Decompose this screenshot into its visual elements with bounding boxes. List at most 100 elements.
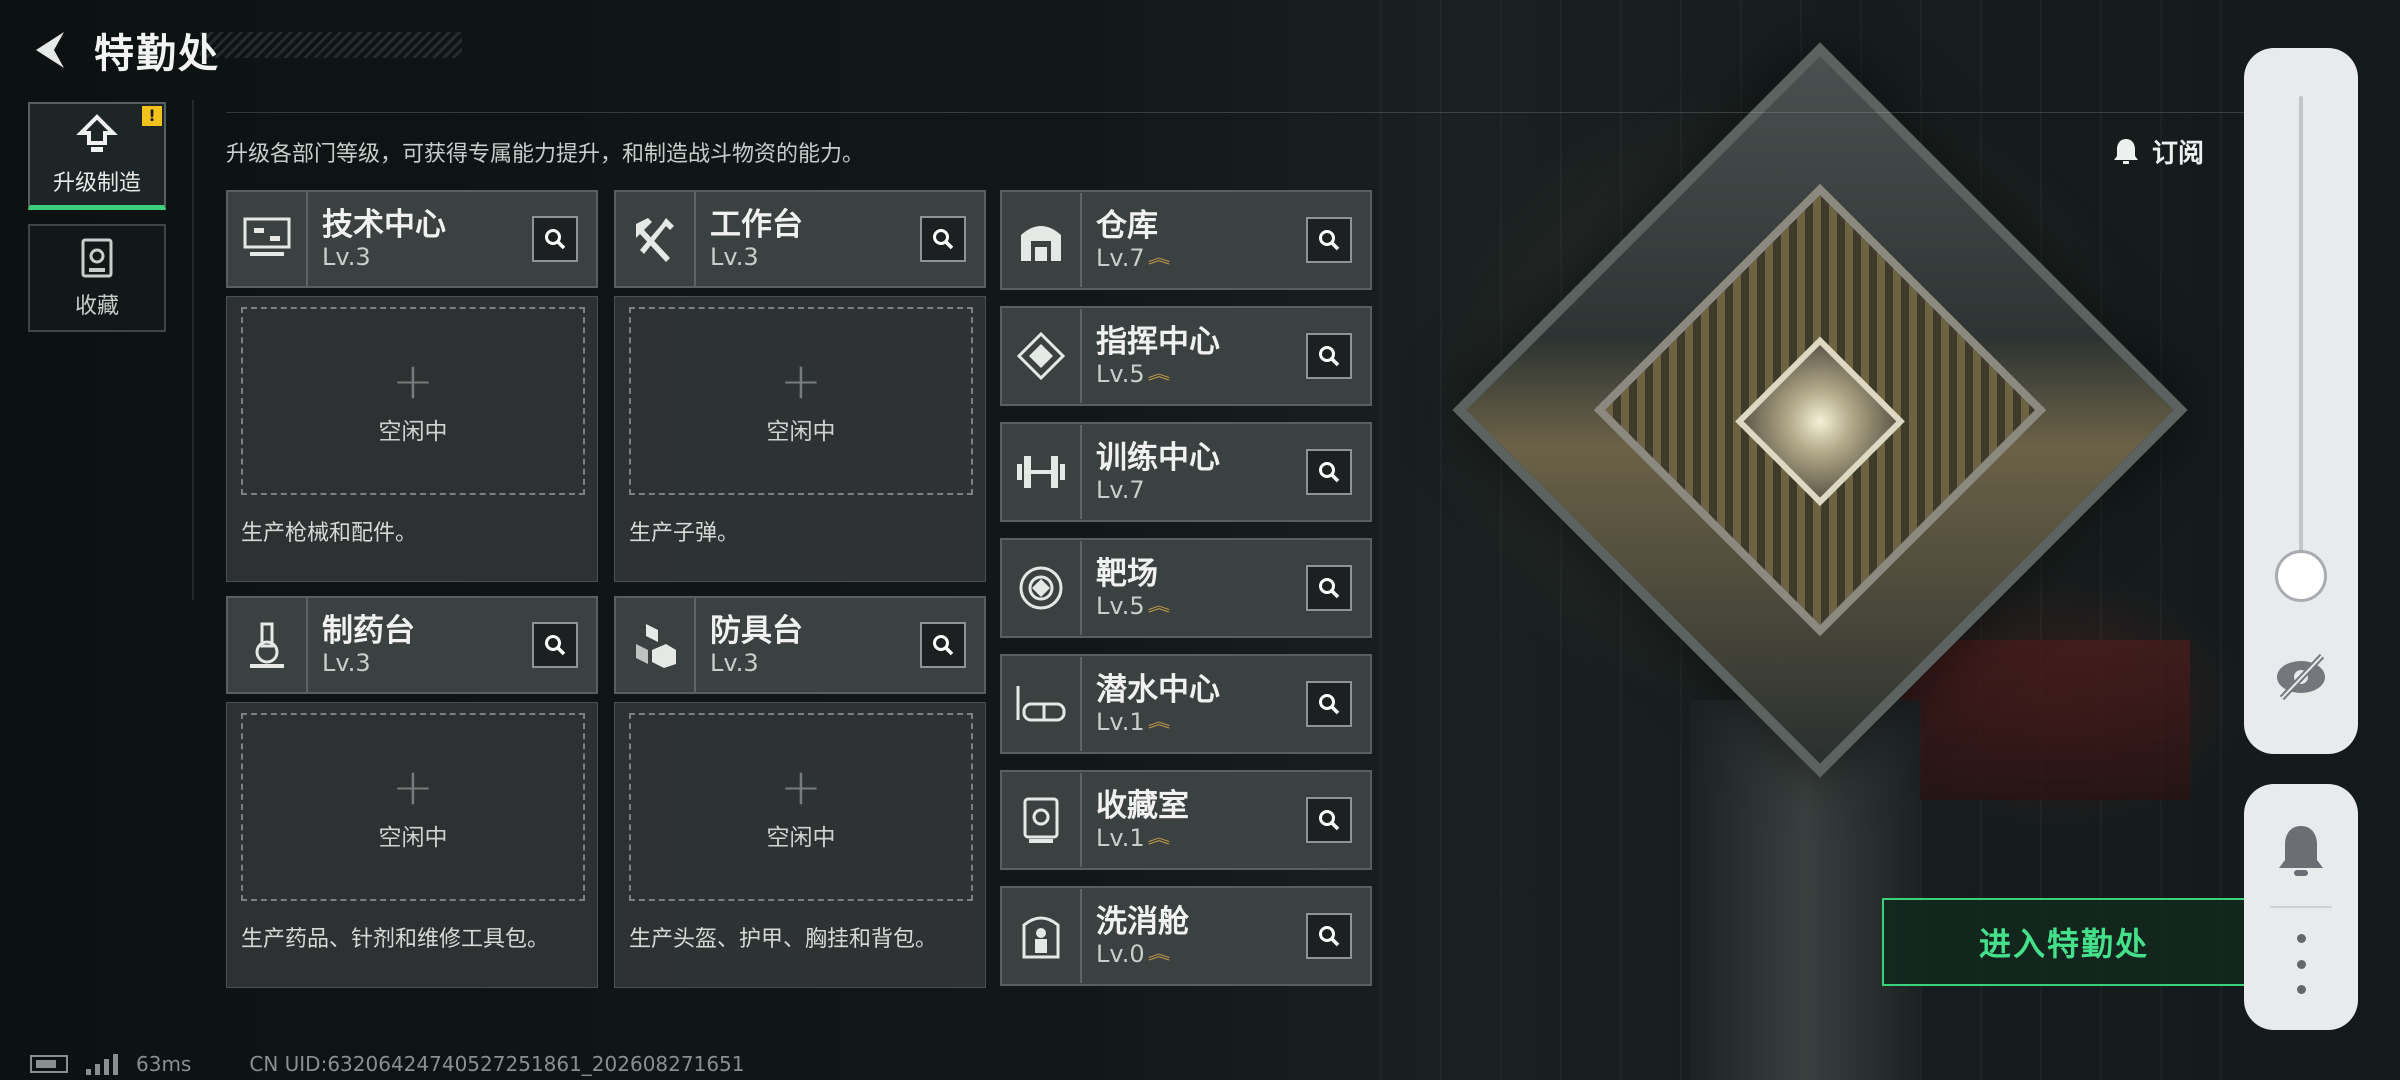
search-icon xyxy=(1319,230,1340,251)
battery-icon xyxy=(30,1055,68,1073)
production-card-pharmacy[interactable]: 制药台 Lv.3 + 空闲中 生产药品、针剂和维修工具包。 xyxy=(226,596,598,988)
opacity-slider-track[interactable] xyxy=(2299,96,2303,566)
search-button[interactable] xyxy=(1306,681,1352,727)
page-description: 升级各部门等级，可获得专属能力提升，和制造战斗物资的能力。 xyxy=(226,142,865,167)
decontamination-icon xyxy=(1022,916,1060,959)
floating-actions-panel xyxy=(2244,784,2358,1030)
facility-row-shooting-range[interactable]: 靶场 Lv.5 ︽ xyxy=(1000,538,1372,638)
search-button[interactable] xyxy=(920,216,966,262)
floating-control-panel xyxy=(2244,48,2358,754)
search-button[interactable] xyxy=(532,216,578,262)
facility-name: 训练中心 xyxy=(1096,440,1220,476)
tab-collection[interactable]: 收藏 xyxy=(28,224,166,332)
slot-status: 空闲中 xyxy=(766,419,836,445)
production-card-armor-bench[interactable]: 防具台 Lv.3 + 空闲中 生产头盔、护甲、胸挂和背包。 xyxy=(614,596,986,988)
enter-special-ops-button[interactable]: 进入特勤处 xyxy=(1882,898,2244,986)
facility-name: 潜水中心 xyxy=(1096,672,1220,708)
upgrade-chevron-icon: ︽ xyxy=(1147,944,1170,963)
signal-icon xyxy=(86,1053,118,1075)
opacity-slider-knob[interactable] xyxy=(2275,550,2327,602)
collection-icon xyxy=(81,238,113,278)
search-button[interactable] xyxy=(1306,333,1352,379)
search-button[interactable] xyxy=(920,622,966,668)
warehouse-icon xyxy=(1021,226,1061,261)
upgrade-chevron-icon: ︽ xyxy=(1147,712,1170,731)
production-slot[interactable]: + 空闲中 xyxy=(629,713,973,901)
facility-name: 工作台 xyxy=(710,207,803,243)
facility-name: 防具台 xyxy=(710,613,803,649)
back-arrow-icon[interactable] xyxy=(28,28,70,72)
command-center-icon xyxy=(1017,332,1065,380)
upgrade-chevron-icon: ︽ xyxy=(1147,828,1170,847)
slot-status: 空闲中 xyxy=(378,419,448,445)
facility-name: 指挥中心 xyxy=(1096,324,1220,360)
card-description: 生产药品、针剂和维修工具包。 xyxy=(241,927,550,952)
search-icon xyxy=(933,635,954,656)
card-description: 生产头盔、护甲、胸挂和背包。 xyxy=(629,927,938,952)
facility-level: Lv.1 xyxy=(1096,708,1145,736)
facility-row-command-center[interactable]: 指挥中心 Lv.5 ︽ xyxy=(1000,306,1372,406)
search-button[interactable] xyxy=(532,622,578,668)
target-icon xyxy=(1019,566,1063,610)
title-decoration xyxy=(200,32,462,58)
facility-row-warehouse[interactable]: 仓库 Lv.7 ︽ xyxy=(1000,190,1372,290)
subscribe-button[interactable]: 订阅 xyxy=(2110,128,2260,174)
search-icon xyxy=(1319,346,1340,367)
search-icon xyxy=(545,635,566,656)
search-button[interactable] xyxy=(1306,797,1352,843)
facility-level: Lv.7 xyxy=(1096,476,1145,504)
plus-icon: + xyxy=(392,352,434,410)
facility-level: Lv.3 xyxy=(322,243,371,271)
facility-name: 靶场 xyxy=(1096,556,1158,592)
production-card-tech-center[interactable]: 技术中心 Lv.3 + 空闲中 生产枪械和配件。 xyxy=(226,190,598,582)
bell-icon[interactable] xyxy=(2274,820,2328,882)
more-options-icon[interactable] xyxy=(2288,934,2314,994)
alert-badge: ! xyxy=(142,106,162,126)
facility-level: Lv.3 xyxy=(710,243,759,271)
bell-plus-icon xyxy=(2114,139,2138,164)
facility-level: Lv.7 xyxy=(1096,244,1145,272)
search-button[interactable] xyxy=(1306,565,1352,611)
search-button[interactable] xyxy=(1306,449,1352,495)
production-slot[interactable]: + 空闲中 xyxy=(241,713,585,901)
dumbbell-icon xyxy=(1017,456,1065,488)
production-card-workbench[interactable]: 工作台 Lv.3 + 空闲中 生产子弹。 xyxy=(614,190,986,582)
facility-row-decontamination[interactable]: 洗消舱 Lv.0 ︽ xyxy=(1000,886,1372,986)
facility-row-diving-center[interactable]: 潜水中心 Lv.1 ︽ xyxy=(1000,654,1372,754)
search-button[interactable] xyxy=(1306,913,1352,959)
diving-mask-icon xyxy=(1016,686,1066,722)
plus-icon: + xyxy=(780,758,822,816)
upgrade-chevron-icon: ︽ xyxy=(1147,248,1170,267)
search-icon xyxy=(1319,926,1340,947)
facility-name: 技术中心 xyxy=(322,207,446,243)
facility-level: Lv.1 xyxy=(1096,824,1145,852)
search-button[interactable] xyxy=(1306,217,1352,263)
eye-off-icon[interactable] xyxy=(2272,648,2330,706)
tab-upgrade-craft[interactable]: ! 升级制造 xyxy=(28,102,166,210)
upgrade-icon xyxy=(76,113,118,152)
upgrade-chevron-icon: ︽ xyxy=(1147,364,1170,383)
plus-icon: + xyxy=(780,352,822,410)
divider xyxy=(226,112,2256,113)
status-footer: 63ms CN UID:6320642474052725186​1_202608… xyxy=(30,1052,745,1076)
search-icon xyxy=(933,229,954,250)
slot-status: 空闲中 xyxy=(766,825,836,851)
facility-level: Lv.0 xyxy=(1096,940,1145,968)
production-slot[interactable]: + 空闲中 xyxy=(629,307,973,495)
upgrade-chevron-icon: ︽ xyxy=(1147,596,1170,615)
search-icon xyxy=(1319,694,1340,715)
facility-name: 收藏室 xyxy=(1096,788,1189,824)
page-title: 特勤处 xyxy=(94,31,220,77)
tools-icon xyxy=(636,218,674,262)
facility-row-training-center[interactable]: 训练中心 Lv.7 xyxy=(1000,422,1372,522)
plus-icon: + xyxy=(392,758,434,816)
production-slot[interactable]: + 空闲中 xyxy=(241,307,585,495)
tab-divider xyxy=(192,100,194,600)
search-icon xyxy=(1319,578,1340,599)
facility-name: 仓库 xyxy=(1096,208,1158,244)
user-uid: CN UID:6320642474052725186​1_20260827165… xyxy=(249,1052,745,1076)
facility-row-collection-room[interactable]: 收藏室 Lv.1 ︽ xyxy=(1000,770,1372,870)
ping-value: 63ms xyxy=(136,1052,192,1076)
armor-boxes-icon xyxy=(636,624,676,668)
tab-label: 收藏 xyxy=(74,294,119,319)
